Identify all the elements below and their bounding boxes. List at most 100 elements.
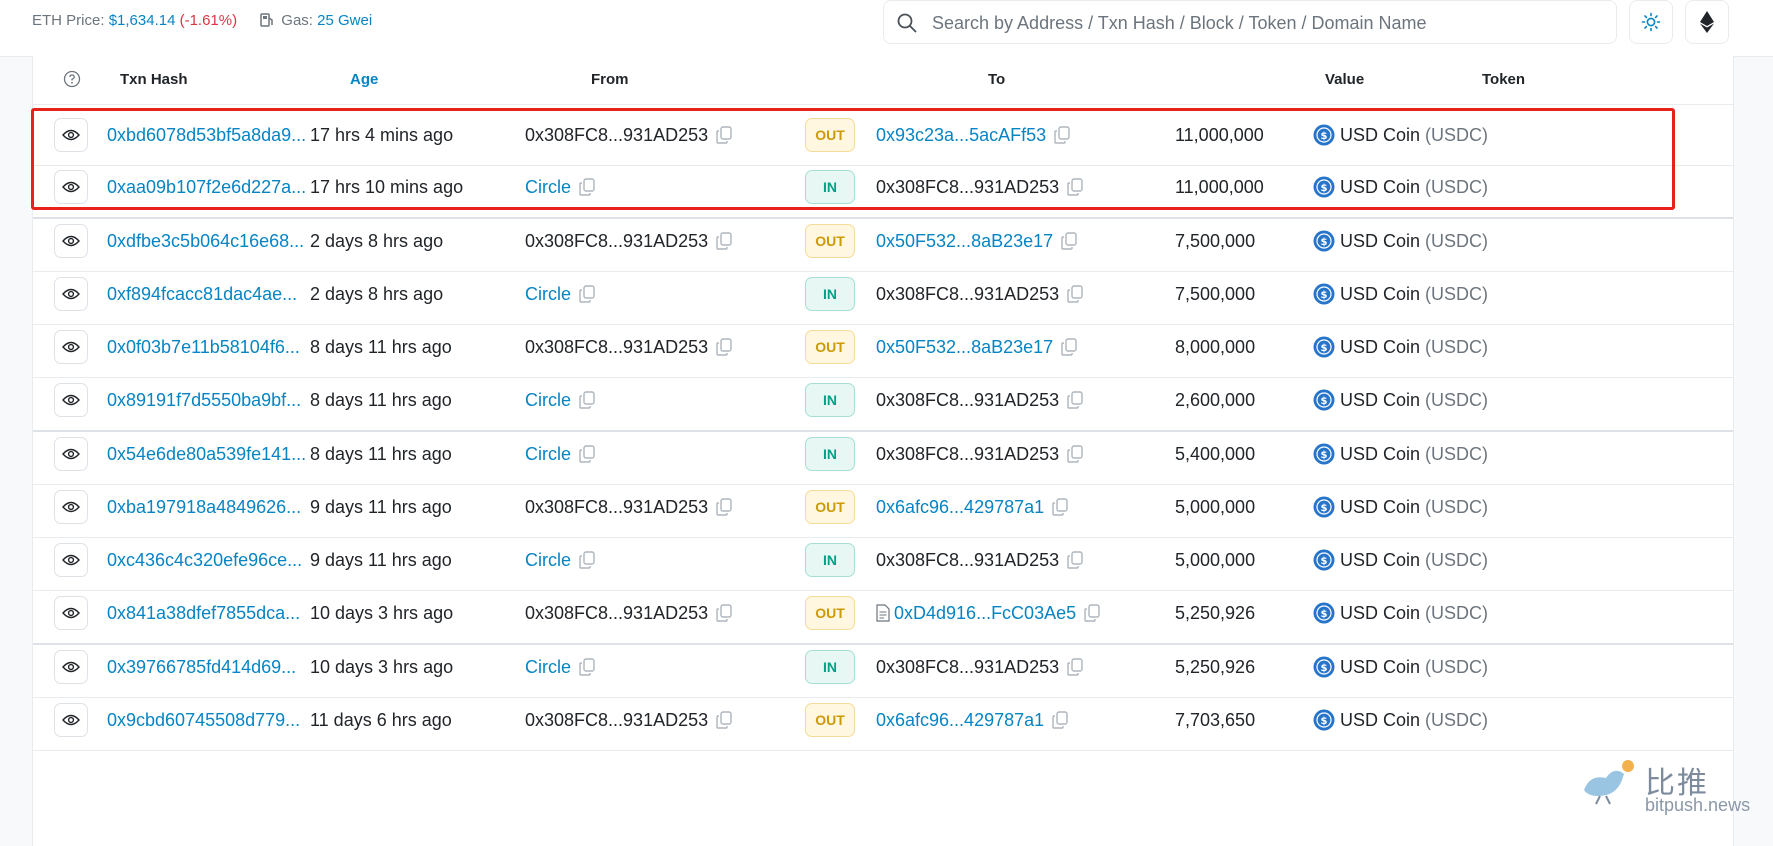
column-header-age[interactable]: Age <box>350 56 378 104</box>
age-text: 17 hrs 10 mins ago <box>310 177 464 197</box>
to-address-link[interactable]: 0x50F532...8aB23e17 <box>876 231 1053 251</box>
view-details-button[interactable] <box>54 543 88 577</box>
copy-icon[interactable] <box>716 604 732 622</box>
copy-icon[interactable] <box>716 126 732 144</box>
to-address-link[interactable]: 0x50F532...8aB23e17 <box>876 337 1053 357</box>
txn-hash-link[interactable]: 0xc436c4c320efe96ce... <box>107 530 302 590</box>
usdc-icon: $ <box>1313 656 1335 678</box>
help-icon[interactable] <box>63 70 81 88</box>
network-button[interactable] <box>1685 0 1729 44</box>
eye-icon <box>62 448 80 460</box>
from-address-link[interactable]: Circle <box>525 284 571 304</box>
token-symbol: (USDC) <box>1425 125 1489 145</box>
txn-hash-link[interactable]: 0x9cbd60745508d779... <box>107 690 300 750</box>
copy-icon[interactable] <box>579 551 595 569</box>
token-name: USD Coin <box>1340 497 1421 517</box>
copy-icon[interactable] <box>1067 178 1083 196</box>
value-text: 5,000,000 <box>1175 550 1256 570</box>
view-details-button[interactable] <box>54 277 88 311</box>
token-name: USD Coin <box>1340 337 1421 357</box>
copy-icon[interactable] <box>1067 391 1083 409</box>
search-input[interactable] <box>930 1 1604 45</box>
search-box[interactable] <box>883 0 1617 45</box>
copy-icon[interactable] <box>579 285 595 303</box>
view-details-button[interactable] <box>54 170 88 204</box>
from-address: 0x308FC8...931AD253 <box>525 105 732 165</box>
copy-icon[interactable] <box>579 178 595 196</box>
copy-icon[interactable] <box>1061 232 1077 250</box>
txn-hash-link[interactable]: 0xba197918a4849626... <box>107 477 301 537</box>
to-address-link[interactable]: 0x6afc96...429787a1 <box>876 710 1044 730</box>
token-link[interactable]: $ USD Coin (USDC) <box>1313 211 1488 271</box>
txn-hash-link[interactable]: 0x0f03b7e11b58104f6... <box>107 317 300 377</box>
value-text: 5,400,000 <box>1175 444 1256 464</box>
txn-hash-link[interactable]: 0xbd6078d53bf5a8da9... <box>107 105 306 165</box>
view-details-button[interactable] <box>54 490 88 524</box>
txn-hash-link[interactable]: 0xf894fcacc81dac4ae... <box>107 264 297 324</box>
txn-hash-link[interactable]: 0x841a38dfef7855dca... <box>107 583 300 643</box>
search-icon <box>897 13 917 33</box>
from-address: Circle <box>525 637 595 697</box>
view-details-button[interactable] <box>54 650 88 684</box>
copy-icon[interactable] <box>1067 285 1083 303</box>
token-link[interactable]: $ USD Coin (USDC) <box>1313 477 1488 537</box>
view-details-button[interactable] <box>54 224 88 258</box>
txn-hash-link[interactable]: 0xdfbe3c5b064c16e68... <box>107 211 304 271</box>
copy-icon[interactable] <box>716 711 732 729</box>
txn-hash-link[interactable]: 0x39766785fd414d69... <box>107 637 296 697</box>
to-address: 0x93c23a...5acAFf53 <box>876 105 1070 165</box>
copy-icon[interactable] <box>1067 445 1083 463</box>
from-address-link[interactable]: Circle <box>525 390 571 410</box>
table-row: 0xba197918a4849626... 9 days 11 hrs ago 0x… <box>33 477 1733 538</box>
token-link[interactable]: $ USD Coin (USDC) <box>1313 637 1488 697</box>
copy-icon[interactable] <box>579 391 595 409</box>
copy-icon[interactable] <box>1054 126 1070 144</box>
token-link[interactable]: $ USD Coin (USDC) <box>1313 370 1488 430</box>
copy-icon[interactable] <box>579 658 595 676</box>
eth-price-value[interactable]: $1,634.14 <box>109 12 176 29</box>
column-header-txn-hash: Txn Hash <box>120 71 188 88</box>
copy-icon[interactable] <box>579 445 595 463</box>
from-address-link[interactable]: Circle <box>525 550 571 570</box>
token-link[interactable]: $ USD Coin (USDC) <box>1313 690 1488 750</box>
view-details-button[interactable] <box>54 437 88 471</box>
copy-icon[interactable] <box>1084 604 1100 622</box>
to-address-link[interactable]: 0x93c23a...5acAFf53 <box>876 125 1046 145</box>
gas-value[interactable]: 25 Gwei <box>317 12 372 29</box>
token-link[interactable]: $ USD Coin (USDC) <box>1313 157 1488 217</box>
copy-icon[interactable] <box>716 498 732 516</box>
txn-hash-link[interactable]: 0x89191f7d5550ba9bf... <box>107 370 301 430</box>
copy-icon[interactable] <box>1052 498 1068 516</box>
view-details-button[interactable] <box>54 118 88 152</box>
token-symbol: (USDC) <box>1425 657 1489 677</box>
token-link[interactable]: $ USD Coin (USDC) <box>1313 105 1488 165</box>
token-transfers-table: Txn Hash Age From To Value Token 0xbd607… <box>32 56 1734 846</box>
value-text: 5,250,926 <box>1175 657 1256 677</box>
copy-icon[interactable] <box>1061 338 1077 356</box>
token-link[interactable]: $ USD Coin (USDC) <box>1313 530 1488 590</box>
txn-hash-link[interactable]: 0xaa09b107f2e6d227a... <box>107 157 306 217</box>
view-details-button[interactable] <box>54 330 88 364</box>
token-link[interactable]: $ USD Coin (USDC) <box>1313 424 1488 484</box>
copy-icon[interactable] <box>716 338 732 356</box>
from-address-link[interactable]: Circle <box>525 657 571 677</box>
copy-icon[interactable] <box>1067 658 1083 676</box>
copy-icon[interactable] <box>716 232 732 250</box>
copy-icon[interactable] <box>1067 551 1083 569</box>
copy-icon[interactable] <box>1052 711 1068 729</box>
token-link[interactable]: $ USD Coin (USDC) <box>1313 264 1488 324</box>
token-link[interactable]: $ USD Coin (USDC) <box>1313 317 1488 377</box>
eye-icon <box>62 288 80 300</box>
view-details-button[interactable] <box>54 596 88 630</box>
to-address-link[interactable]: 0x6afc96...429787a1 <box>876 497 1044 517</box>
to-address-link[interactable]: 0xD4d916...FcC03Ae5 <box>894 603 1076 623</box>
theme-toggle-button[interactable] <box>1629 0 1673 44</box>
eye-icon <box>62 501 80 513</box>
from-address-link[interactable]: Circle <box>525 177 571 197</box>
from-address-link[interactable]: Circle <box>525 444 571 464</box>
to-address: 0x6afc96...429787a1 <box>876 690 1068 750</box>
view-details-button[interactable] <box>54 383 88 417</box>
token-link[interactable]: $ USD Coin (USDC) <box>1313 583 1488 643</box>
view-details-button[interactable] <box>54 703 88 737</box>
txn-hash-link[interactable]: 0x54e6de80a539fe141... <box>107 424 306 484</box>
